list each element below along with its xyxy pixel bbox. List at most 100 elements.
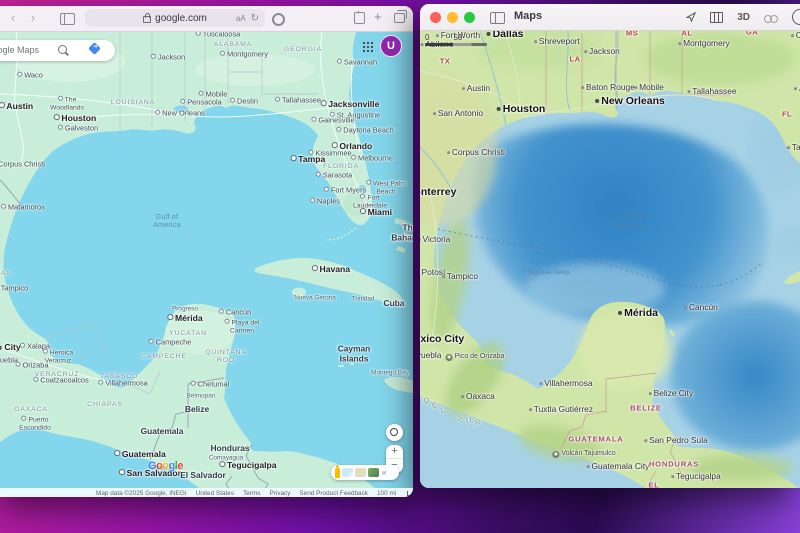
apple-map-canvas[interactable]: Fort WorthDallasAbileneShreveportJackson… [420, 31, 800, 488]
minimize-button[interactable] [447, 12, 458, 23]
map-label: San Pedro Sula [644, 436, 707, 446]
map-label: Austin [462, 84, 490, 94]
scale-bar [425, 43, 487, 46]
tab-overview-icon[interactable] [394, 13, 405, 23]
forward-button[interactable]: › [26, 9, 40, 27]
map-label: Mérida [618, 307, 658, 319]
map-label: Melbourne [351, 155, 393, 164]
feedback-link[interactable]: Send Product Feedback [299, 490, 368, 497]
safari-window: ‹ › google.com aA ↻ + [0, 6, 413, 497]
map-mode-icon[interactable] [710, 12, 723, 23]
map-label: Belmopan [187, 392, 216, 399]
reload-icon[interactable]: ↻ [251, 13, 259, 24]
lock-icon [143, 16, 151, 23]
fullscreen-button[interactable] [464, 12, 475, 23]
translate-icon[interactable]: aA [236, 14, 246, 23]
map-label: Mexico City [0, 343, 21, 353]
collapse-icon[interactable]: « [382, 468, 386, 477]
map-label: Jackson [151, 54, 185, 63]
map-layer-thumbnail[interactable] [342, 468, 353, 477]
map-label: Tampico [0, 285, 28, 294]
terrain-layer-thumbnail[interactable] [355, 468, 366, 477]
map-label: Cancún [219, 309, 251, 318]
map-label: AL [682, 31, 693, 38]
map-label: Sarasota [316, 172, 353, 181]
my-location-button[interactable] [386, 424, 403, 441]
map-label: Nueva Gerona [294, 294, 336, 301]
map-label: Tampa [787, 143, 800, 153]
search-icon[interactable] [792, 9, 800, 25]
map-label: San Antonio [433, 109, 483, 119]
map-label: El Salvador [180, 471, 226, 481]
search-icon[interactable] [58, 45, 67, 54]
map-label: Fort Myers [324, 187, 366, 196]
map-label: Baton Rouge [581, 83, 635, 93]
satellite-layer-thumbnail[interactable] [368, 468, 379, 477]
region-link[interactable]: United States [196, 490, 234, 497]
map-label: Mobile [634, 83, 663, 93]
map-label: Victoria [420, 235, 450, 245]
maps-search-box[interactable]: Search Google Maps [0, 40, 115, 61]
map-label: Sigsbee Deep [523, 269, 570, 277]
back-button[interactable]: ‹ [6, 9, 20, 27]
map-label: Coatzacoalcos [33, 377, 88, 386]
map-label: GEORGIA [284, 46, 322, 54]
share-icon[interactable] [354, 12, 365, 24]
map-label: Villahermosa [98, 380, 148, 389]
desktop: ‹ › google.com aA ↻ + [0, 0, 800, 533]
map-label: The Woodlands [50, 96, 84, 113]
map-label: Tallahassee [275, 97, 321, 106]
map-label: Guatemala [141, 427, 184, 437]
extensions-icon[interactable] [272, 13, 285, 26]
directions-icon[interactable] [88, 42, 101, 55]
close-button[interactable] [430, 12, 441, 23]
sidebar-toggle-icon[interactable] [60, 13, 75, 25]
map-label: Montgomery [678, 39, 729, 49]
map-label: New Orleans [155, 110, 205, 119]
map-label: Fort Lauderdale [353, 194, 387, 211]
map-label: Cuba [384, 299, 405, 309]
map-label: E [431, 401, 440, 411]
pegman-icon[interactable] [335, 468, 340, 478]
google-apps-grid-icon[interactable] [362, 41, 373, 52]
look-around-icon[interactable] [764, 13, 778, 22]
account-avatar[interactable]: U [380, 35, 402, 57]
apple-maps-titlebar: Maps 3D [420, 4, 800, 31]
map-label: Naples [310, 198, 340, 207]
map-label: Heroica Veracruz [43, 349, 73, 366]
3d-button[interactable]: 3D [737, 12, 750, 23]
scale-bar [407, 491, 413, 496]
sidebar-toggle-icon[interactable] [490, 12, 505, 24]
scale-fifty: 50 [453, 33, 462, 42]
map-scale: 0 50 [425, 33, 487, 46]
map-label: YUCATAN [169, 330, 207, 338]
map-label: Jackson [584, 47, 620, 57]
map-label: Comayagua [209, 454, 243, 461]
map-label: FLORIDA [323, 163, 359, 171]
map-label: Savannah [337, 59, 377, 68]
terms-link[interactable]: Terms [243, 490, 260, 497]
privacy-link[interactable]: Privacy [269, 490, 290, 497]
map-label: Mobile [199, 91, 228, 100]
map-label: LA [570, 56, 581, 65]
map-label: Tampico [442, 272, 478, 282]
map-label: Corpus Christi [447, 148, 505, 158]
map-label: Mexico City [420, 333, 464, 345]
map-label: Jacksonville [794, 84, 800, 94]
address-bar[interactable]: google.com aA ↻ [85, 9, 265, 27]
map-label: Progreso [172, 305, 198, 312]
map-label: TAMAULIPAS [0, 270, 12, 278]
map-label: EL SALVADOR [630, 481, 678, 488]
google-map-canvas[interactable]: TuscaloosaALABAMAGEORGIAJacksonMontgomer… [0, 32, 413, 497]
map-label: L [439, 406, 447, 416]
map-label: Montego Bay [371, 369, 409, 376]
map-label: Xalapa [20, 343, 50, 352]
map-label: Guatemala [114, 450, 166, 460]
map-label: Daytona Beach [336, 127, 394, 136]
map-label: New Orleans [595, 95, 665, 107]
map-label: QUINTANA ROO [205, 349, 247, 365]
zoom-in-button[interactable]: + [386, 445, 403, 459]
new-tab-button[interactable]: + [374, 9, 382, 24]
current-location-icon[interactable] [686, 12, 696, 22]
map-attribution-bar: Map data ©2025 Google, INEGI United Stat… [0, 488, 413, 497]
